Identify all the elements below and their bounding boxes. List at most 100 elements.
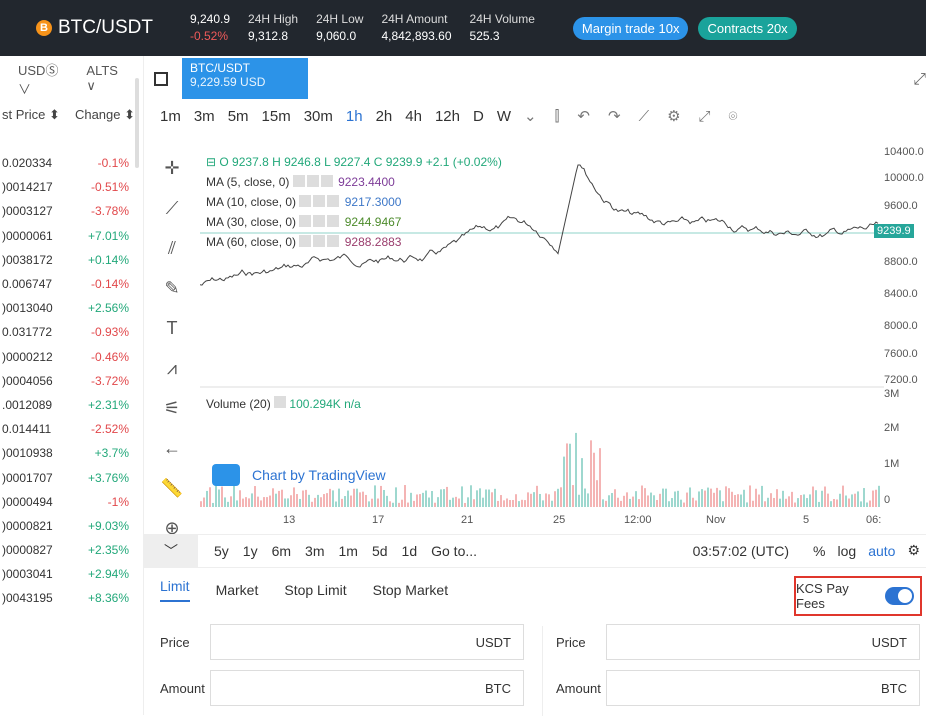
kcs-pay-fees-toggle[interactable]: KCS Pay Fees xyxy=(794,576,922,616)
usds-filter[interactable]: USDⓈ ∨ xyxy=(18,60,72,98)
market-row[interactable]: )0000827 +2.35% xyxy=(0,538,143,562)
indicator-icon[interactable]: ⟋ xyxy=(639,108,650,125)
interval-3m[interactable]: 3m xyxy=(194,108,215,125)
buy-price-input[interactable]: USDT xyxy=(210,624,524,660)
alts-filter[interactable]: ALTS ∨ xyxy=(86,63,129,94)
fullscreen-icon[interactable]: ⤢ xyxy=(699,108,711,125)
volume-bar xyxy=(509,500,511,507)
tradingview-logo[interactable]: Chart by TradingView xyxy=(212,464,386,486)
camera-icon[interactable]: ⌾ xyxy=(729,108,738,125)
clock-time[interactable]: 03:57:02 (UTC) xyxy=(693,543,789,559)
volume-tick: 2M xyxy=(884,422,900,434)
price-tick: 7600.0 xyxy=(884,348,918,360)
settings-icon[interactable]: ⚙ xyxy=(667,107,680,125)
pair-selector[interactable]: B BTC/USDT xyxy=(0,17,190,39)
text-icon[interactable]: T xyxy=(144,308,200,348)
market-row[interactable]: )0000061 +7.01% xyxy=(0,224,143,248)
last-price-header[interactable]: st Price ⬍ xyxy=(2,107,60,123)
fib-icon[interactable]: ⫽ xyxy=(144,228,200,268)
interval-W[interactable]: W xyxy=(497,108,511,125)
row-price: )0000061 xyxy=(2,228,53,243)
market-row[interactable]: )0038172 +0.14% xyxy=(0,248,143,272)
range-5d[interactable]: 5d xyxy=(372,543,388,559)
expand-icon[interactable]: ⤢ xyxy=(913,71,926,89)
market-row[interactable]: )0013040 +2.56% xyxy=(0,296,143,320)
order-tab-market[interactable]: Market xyxy=(216,582,259,598)
ruler-icon[interactable]: 📏 xyxy=(144,468,200,508)
brush-icon[interactable]: ✎ xyxy=(144,268,200,308)
volume-bar xyxy=(620,500,622,507)
market-row[interactable]: )0001707 +3.76% xyxy=(0,465,143,489)
market-row[interactable]: )0003127 -3.78% xyxy=(0,199,143,223)
market-row[interactable]: 0.014411 -2.52% xyxy=(0,417,143,441)
volume-bar xyxy=(281,489,283,507)
interval-15m[interactable]: 15m xyxy=(262,108,291,125)
interval-12h[interactable]: 12h xyxy=(435,108,460,125)
pattern-icon[interactable]: ⩘ xyxy=(144,348,200,388)
chart-tab[interactable]: BTC/USDT 9,229.59 USD xyxy=(182,58,308,99)
interval-5m[interactable]: 5m xyxy=(228,108,249,125)
order-tab-limit[interactable]: Limit xyxy=(160,578,190,602)
projection-icon[interactable]: ⚟ xyxy=(144,388,200,428)
market-row[interactable]: )0004056 -3.72% xyxy=(0,369,143,393)
sell-price-input[interactable]: USDT xyxy=(606,624,920,660)
interval-2h[interactable]: 2h xyxy=(376,108,393,125)
market-row[interactable]: )0003041 +2.94% xyxy=(0,562,143,586)
layout-grid-icon[interactable] xyxy=(154,71,168,86)
market-row[interactable]: .0012089 +2.31% xyxy=(0,393,143,417)
volume-bar xyxy=(362,491,364,507)
candle-icon[interactable]: ⫿ xyxy=(555,108,560,125)
volume-bar xyxy=(530,493,532,507)
order-tab-stop-market[interactable]: Stop Market xyxy=(373,582,448,598)
range-1m[interactable]: 1m xyxy=(339,543,358,559)
volume-bar xyxy=(209,487,211,507)
volume-bar xyxy=(230,496,232,507)
undo-icon[interactable]: ↶ xyxy=(577,107,590,125)
toggle-switch[interactable] xyxy=(884,587,914,605)
ma-value: 9244.9467 xyxy=(344,215,402,229)
range-3m[interactable]: 3m xyxy=(305,543,324,559)
market-row[interactable]: )0000821 +9.03% xyxy=(0,514,143,538)
order-tab-stop-limit[interactable]: Stop Limit xyxy=(284,582,346,598)
chevron-down-icon[interactable]: ⌄ xyxy=(524,107,537,125)
range-1d[interactable]: 1d xyxy=(402,543,418,559)
change-header[interactable]: Change ⬍ xyxy=(75,107,135,123)
interval-1m[interactable]: 1m xyxy=(160,108,181,125)
trendline-icon[interactable]: ⟋ xyxy=(144,188,200,228)
log-toggle[interactable]: log xyxy=(838,543,857,559)
collapse-chevron-icon[interactable]: ﹀ xyxy=(144,534,198,567)
buy-amount-input[interactable]: BTC xyxy=(210,670,524,706)
contracts-button[interactable]: Contracts 20x xyxy=(698,16,797,40)
market-row[interactable]: 0.006747 -0.14% xyxy=(0,272,143,296)
market-row[interactable]: )0014217 -0.51% xyxy=(0,175,143,199)
volume-bar xyxy=(245,497,247,507)
range-1y[interactable]: 1y xyxy=(243,543,258,559)
interval-30m[interactable]: 30m xyxy=(304,108,333,125)
market-row[interactable]: )0000212 -0.46% xyxy=(0,345,143,369)
arrow-left-icon[interactable]: ← xyxy=(144,428,200,468)
sell-amount-input[interactable]: BTC xyxy=(606,670,920,706)
goto-button[interactable]: Go to... xyxy=(431,543,477,559)
range-6m[interactable]: 6m xyxy=(272,543,291,559)
range-5y[interactable]: 5y xyxy=(214,543,229,559)
volume-bar xyxy=(611,493,613,507)
market-row[interactable]: )0043195 +8.36% xyxy=(0,586,143,610)
market-row[interactable]: 0.031772 -0.93% xyxy=(0,320,143,344)
tradingview-text: Chart by TradingView xyxy=(252,467,386,483)
settings-gear-icon[interactable]: ⚙ xyxy=(907,542,920,559)
auto-toggle[interactable]: auto xyxy=(868,543,895,559)
crosshair-icon[interactable]: ✛ xyxy=(144,148,200,188)
volume-bar xyxy=(428,497,430,507)
market-row[interactable]: )0010938 +3.7% xyxy=(0,441,143,465)
market-row[interactable]: 0.020334 -0.1% xyxy=(0,151,143,175)
percent-toggle[interactable]: % xyxy=(813,543,825,559)
market-row[interactable]: )0000494 -1% xyxy=(0,490,143,514)
interval-4h[interactable]: 4h xyxy=(405,108,422,125)
margin-trade-button[interactable]: Margin trade 10x xyxy=(572,16,689,40)
volume-bar xyxy=(737,494,739,507)
scrollbar[interactable] xyxy=(135,78,139,168)
interval-1h[interactable]: 1h xyxy=(346,108,363,125)
interval-D[interactable]: D xyxy=(473,108,484,125)
volume-bar xyxy=(818,501,820,507)
redo-icon[interactable]: ↷ xyxy=(608,107,621,125)
